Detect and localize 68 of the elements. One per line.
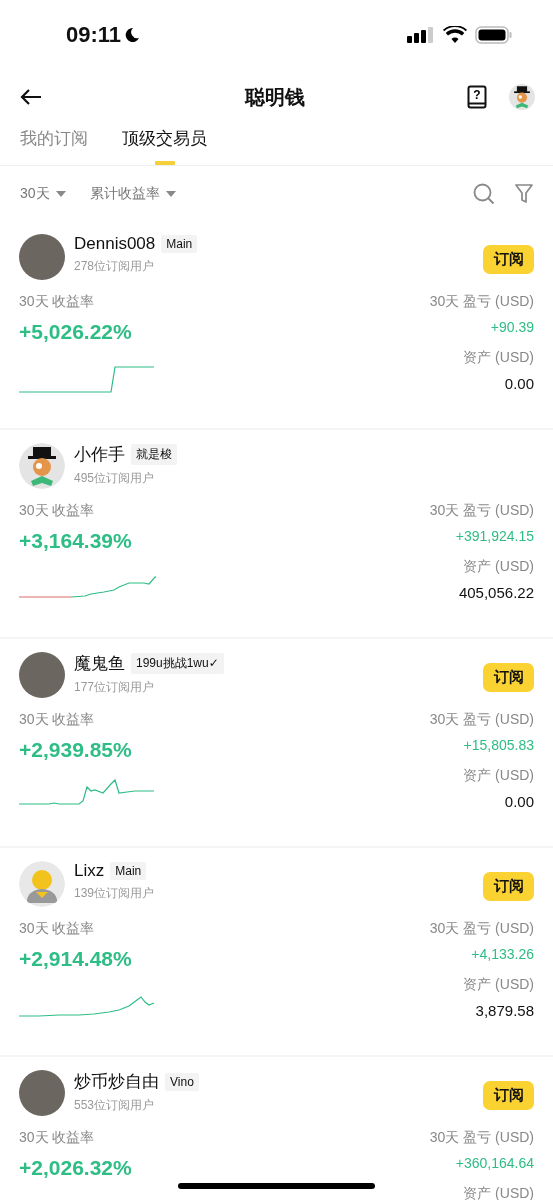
clock-time: 09:11 [66,22,122,48]
subscriber-count: 177位订阅用户 [74,679,156,696]
roi-value: +3,164.39% [19,529,133,553]
roi-value: +2,026.32% [19,1156,132,1180]
pnl-label: 30天 盈亏 (USD) [429,502,534,520]
tab[interactable]: 我的订阅 [20,124,88,165]
subscriber-count: 495位订阅用户 [74,470,156,487]
trader-tag: 就是梭 [131,444,177,465]
subscriber-count: 139位订阅用户 [74,885,155,902]
pnl-value: +391,924.15 [455,528,534,544]
wifi-icon [443,26,467,44]
roi-label: 30天 收益率 [19,293,96,311]
assets-value: 0.00 [504,375,534,392]
pnl-label: 30天 盈亏 (USD) [429,293,534,311]
assets-label: 资产 (USD) [463,1185,534,1200]
pnl-value: +90.39 [490,319,534,335]
pnl-label: 30天 盈亏 (USD) [429,1129,534,1147]
filter-funnel-icon[interactable] [515,183,533,204]
trader-tag: Main [110,862,147,880]
pnl-label: 30天 盈亏 (USD) [429,920,534,938]
assets-label: 资产 (USD) [463,349,534,367]
pnl-value: +4,133.26 [471,946,534,962]
signal-icon [407,26,435,44]
filter-dropdown[interactable]: 累计收益率 [89,184,176,203]
battery-icon [475,26,513,44]
roi-label: 30天 收益率 [19,920,96,938]
subscribe-button[interactable]: 订阅 [483,663,534,692]
roi-value: +2,939.85% [19,738,133,762]
roi-value: +2,914.48% [19,947,133,971]
assets-value: 3,879.58 [475,1002,534,1019]
avatar-icon[interactable] [509,84,535,110]
subscriber-count: 278位订阅用户 [74,258,156,275]
photo-placeholder [19,652,65,698]
subscribe-button[interactable]: 订阅 [483,872,534,901]
pnl-value: +15,805.83 [463,737,534,753]
assets-value: 405,056.22 [458,584,534,601]
pnl-label: 30天 盈亏 (USD) [429,711,534,729]
tab[interactable]: 顶级交易员 [122,124,207,165]
roi-value: +5,026.22% [19,320,133,344]
page-title: 聪明钱 [243,84,306,110]
subscribe-button[interactable]: 订阅 [483,1081,534,1110]
trader-name: 魔鬼鱼 [74,653,125,675]
filter-dropdown[interactable]: 30天 [20,184,66,203]
back-arrow-icon[interactable] [20,88,42,106]
avatar-icon [19,861,65,907]
trader-tag: 199u挑战1wu✓ [131,653,224,674]
trader-name: 小作手 [74,444,125,466]
roi-label: 30天 收益率 [19,1129,96,1147]
assets-label: 资产 (USD) [463,558,534,576]
trader-name: Dennis008 [74,234,156,254]
trader-name: Lixz [74,861,105,881]
help-book-icon[interactable]: ? [467,85,487,109]
trader-tag: Vino [165,1072,199,1091]
subscriber-count: 553位订阅用户 [74,1097,156,1114]
moon-icon [124,27,141,43]
photo-placeholder [19,234,65,280]
roi-label: 30天 收益率 [19,502,96,520]
assets-label: 资产 (USD) [463,767,534,785]
subscribe-button[interactable]: 订阅 [483,245,534,274]
photo-placeholder [19,1070,65,1116]
trader-name: 炒币炒自由 [74,1071,159,1093]
trader-tag: Main [161,235,198,253]
assets-value: 0.00 [504,793,534,810]
avatar-icon [19,443,65,489]
search-icon[interactable] [473,182,495,205]
assets-label: 资产 (USD) [463,976,534,994]
roi-label: 30天 收益率 [19,711,96,729]
pnl-value: +360,164.64 [455,1155,534,1171]
